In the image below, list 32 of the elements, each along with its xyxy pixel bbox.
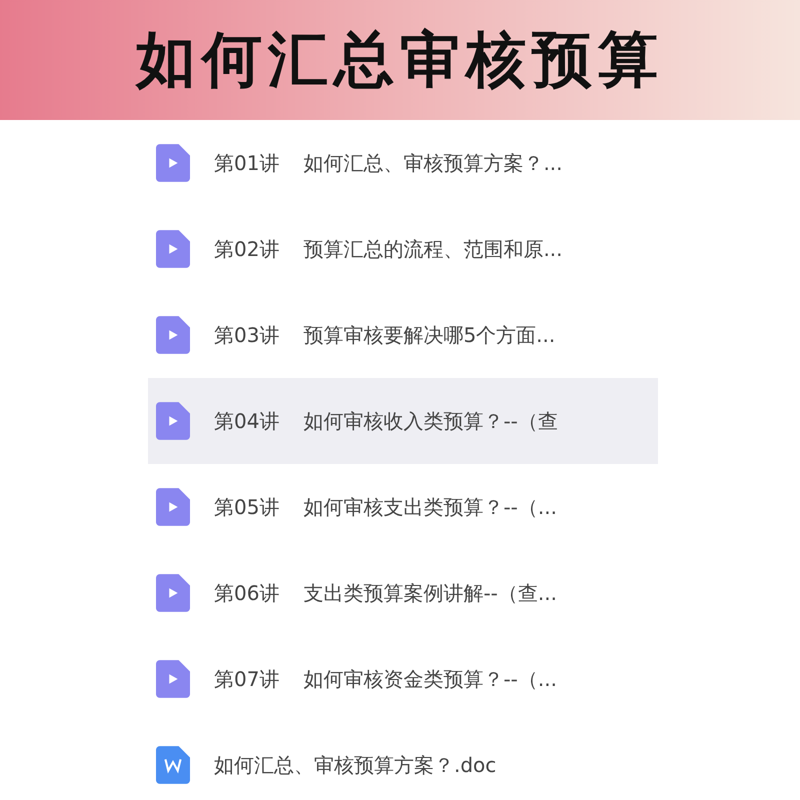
lesson-number: 第04讲 <box>214 408 280 434</box>
lesson-number: 第05讲 <box>214 494 280 520</box>
file-name: 如何汇总、审核预算方案？.doc <box>214 752 496 778</box>
lesson-number: 第03讲 <box>214 322 280 348</box>
file-name: 如何审核资金类预算？--（... <box>303 666 557 692</box>
video-file-icon <box>156 660 190 698</box>
video-file-icon <box>156 574 190 612</box>
file-name: 支出类预算案例讲解--（查... <box>303 580 557 606</box>
file-name: 如何审核收入类预算？--（查 <box>303 408 558 434</box>
video-file-icon <box>156 316 190 354</box>
video-file-icon <box>156 402 190 440</box>
file-row[interactable]: 第07讲 如何审核资金类预算？--（... <box>148 636 658 722</box>
file-row[interactable]: 第02讲 预算汇总的流程、范围和原... <box>148 206 658 292</box>
video-file-icon <box>156 144 190 182</box>
file-row[interactable]: 第03讲 预算审核要解决哪5个方面... <box>148 292 658 378</box>
lesson-number: 第06讲 <box>214 580 280 606</box>
file-row[interactable]: 第01讲 如何汇总、审核预算方案？... <box>148 120 658 206</box>
file-row[interactable]: 第06讲 支出类预算案例讲解--（查... <box>148 550 658 636</box>
file-name: 如何审核支出类预算？--（... <box>303 494 557 520</box>
file-row[interactable]: 如何汇总、审核预算方案？.doc <box>148 722 658 800</box>
file-row[interactable]: 第04讲 如何审核收入类预算？--（查 <box>148 378 658 464</box>
video-file-icon <box>156 230 190 268</box>
file-name: 如何汇总、审核预算方案？... <box>303 150 563 176</box>
video-file-icon <box>156 488 190 526</box>
lesson-number: 第02讲 <box>214 236 280 262</box>
file-name: 预算审核要解决哪5个方面... <box>303 322 556 348</box>
file-name: 预算汇总的流程、范围和原... <box>303 236 563 262</box>
lesson-number: 第01讲 <box>214 150 280 176</box>
lesson-number: 第07讲 <box>214 666 280 692</box>
banner-title: 如何汇总审核预算 <box>136 24 664 96</box>
file-row[interactable]: 第05讲 如何审核支出类预算？--（... <box>148 464 658 550</box>
word-file-icon <box>156 746 190 784</box>
